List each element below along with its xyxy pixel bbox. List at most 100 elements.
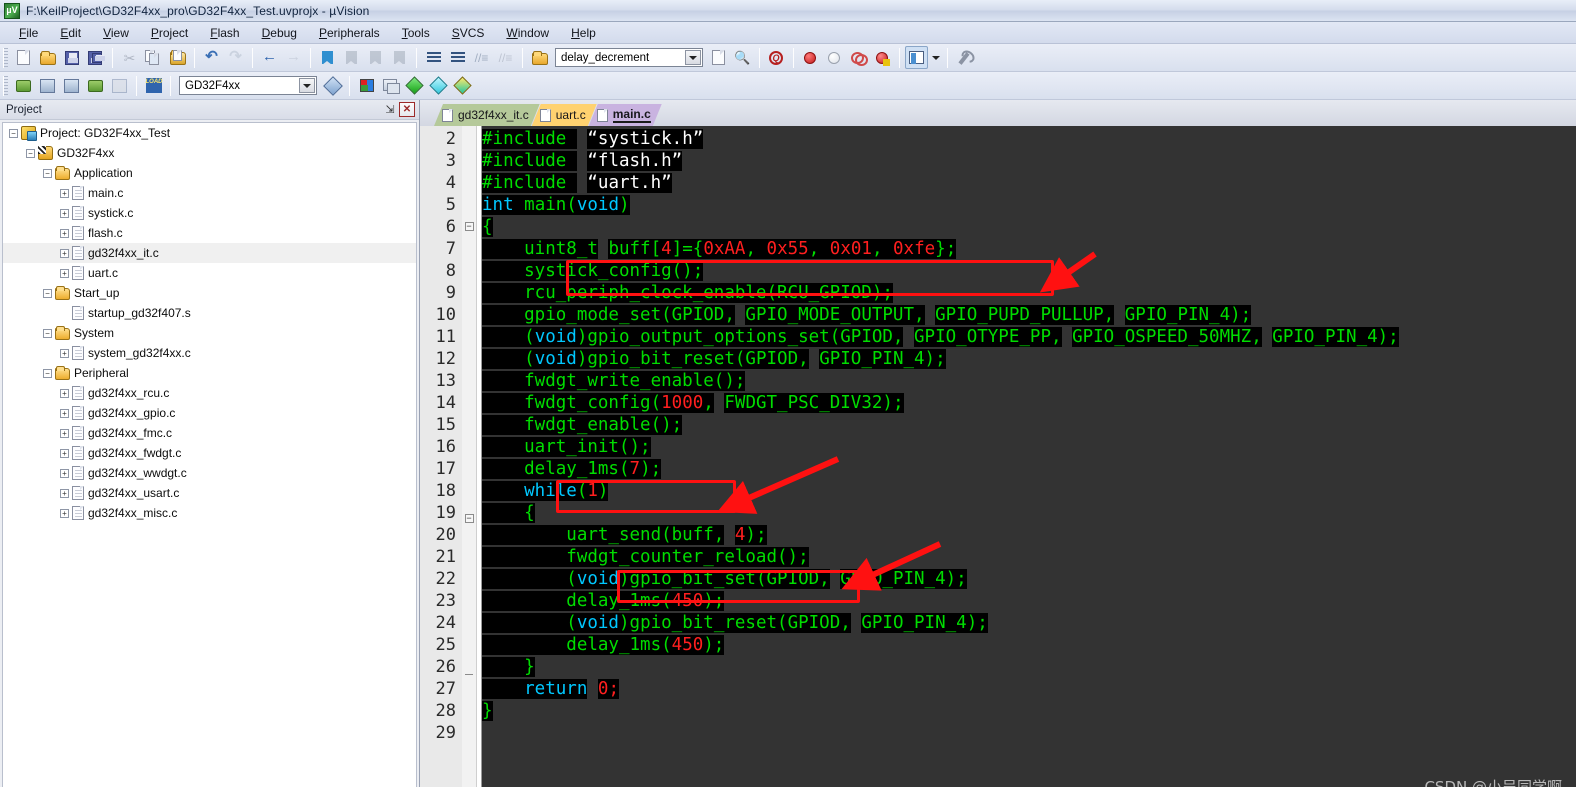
indent-icon[interactable] [422, 46, 445, 69]
code-line[interactable]: while(1) [482, 480, 1576, 502]
tree-item[interactable]: + gd32f4xx_gpio.c [3, 403, 416, 423]
batch-build-icon[interactable] [84, 74, 107, 97]
editor-tab-gd32f4xx_it-c[interactable]: gd32f4xx_it.c [434, 104, 540, 126]
new-file-icon[interactable] [12, 46, 35, 69]
menu-item-file[interactable]: File [8, 24, 49, 42]
manage-multi-project-icon[interactable] [427, 74, 450, 97]
tree-item[interactable]: + gd32f4xx_wwdgt.c [3, 463, 416, 483]
build-icon[interactable] [36, 74, 59, 97]
code-editor[interactable]: 2 3 4 5 6 7 8 9 10 11 12 13 14 15 16 17 18 19 20 21 22 23 24 25… [420, 126, 1576, 787]
configure-icon[interactable] [953, 46, 976, 69]
find-icon[interactable]: Q [765, 46, 788, 69]
rebuild-icon[interactable] [60, 74, 83, 97]
close-icon[interactable]: ✕ [399, 102, 415, 117]
code-line[interactable]: (void)gpio_bit_reset(GPIOD, GPIO_PIN_4); [482, 348, 1576, 370]
tree-item[interactable]: + gd32f4xx_misc.c [3, 503, 416, 523]
tree-item[interactable]: − Application [3, 163, 416, 183]
code-line[interactable]: fwdgt_counter_reload(); [482, 546, 1576, 568]
code-line[interactable]: } [482, 700, 1576, 722]
code-line[interactable]: } [482, 656, 1576, 678]
code-line[interactable]: { [482, 216, 1576, 238]
code-line[interactable]: delay_1ms(7); [482, 458, 1576, 480]
expand-icon[interactable]: + [60, 188, 69, 198]
expand-icon[interactable]: + [60, 508, 69, 518]
tree-item[interactable]: + systick.c [3, 203, 416, 223]
code-line[interactable]: #include “systick.h” [482, 128, 1576, 150]
code-line[interactable]: (void)gpio_bit_set(GPIOD, GPIO_PIN_4); [482, 568, 1576, 590]
expand-icon[interactable]: + [60, 468, 69, 478]
code-line[interactable]: (void)gpio_output_options_set(GPIOD, GPI… [482, 326, 1576, 348]
code-line[interactable]: fwdgt_enable(); [482, 414, 1576, 436]
expand-icon[interactable]: + [60, 388, 69, 398]
find-in-files-icon[interactable]: 🔍 [731, 46, 754, 69]
fold-collapse-icon[interactable]: − [464, 222, 474, 231]
expand-icon[interactable]: + [60, 208, 69, 218]
tree-item[interactable]: − Peripheral [3, 363, 416, 383]
expand-icon[interactable]: + [60, 428, 69, 438]
manage-runtime-icon[interactable] [379, 74, 402, 97]
editor-tab-main-c[interactable]: main.c [589, 104, 662, 126]
pack-installer-icon[interactable] [403, 74, 426, 97]
tree-item[interactable]: + flash.c [3, 223, 416, 243]
navigate-forward-icon[interactable]: → [282, 46, 305, 69]
code-line[interactable]: return 0; [482, 678, 1576, 700]
menu-item-help[interactable]: Help [560, 24, 607, 42]
menu-item-flash[interactable]: Flash [199, 24, 250, 42]
expand-icon[interactable]: + [60, 228, 69, 238]
toolbar-grip[interactable] [3, 75, 8, 96]
tree-item[interactable]: − GD32F4xx [3, 143, 416, 163]
kill-all-breakpoints-icon[interactable] [847, 46, 870, 69]
tree-item[interactable]: startup_gd32f407.s [3, 303, 416, 323]
translate-icon[interactable] [12, 74, 35, 97]
insert-breakpoint-icon[interactable] [799, 46, 822, 69]
open-project-icon[interactable] [528, 46, 551, 69]
code-line[interactable]: delay_1ms(450); [482, 634, 1576, 656]
code-line[interactable]: gpio_mode_set(GPIOD, GPIO_MODE_OUTPUT, G… [482, 304, 1576, 326]
pin-icon[interactable]: ⇲ [383, 102, 397, 117]
menu-item-peripherals[interactable]: Peripherals [308, 24, 391, 42]
menu-item-view[interactable]: View [92, 24, 140, 42]
code-line[interactable]: fwdgt_write_enable(); [482, 370, 1576, 392]
code-line[interactable]: #include “uart.h” [482, 172, 1576, 194]
fold-collapse-icon[interactable]: − [464, 514, 474, 523]
save-all-icon[interactable] [84, 46, 107, 69]
code-line[interactable]: fwdgt_config(1000, FWDGT_PSC_DIV32); [482, 392, 1576, 414]
menu-item-edit[interactable]: Edit [49, 24, 92, 42]
expand-icon[interactable]: + [60, 248, 69, 258]
tree-item[interactable]: + main.c [3, 183, 416, 203]
expand-icon[interactable]: + [60, 348, 69, 358]
paste-icon[interactable] [166, 46, 189, 69]
collapse-icon[interactable]: − [43, 328, 52, 338]
packs-icon[interactable] [451, 74, 474, 97]
code-line[interactable]: uart_send(buff, 4); [482, 524, 1576, 546]
collapse-icon[interactable]: − [43, 288, 52, 298]
project-window-icon[interactable] [905, 46, 928, 69]
collapse-icon[interactable]: − [9, 128, 18, 138]
chevron-down-icon[interactable] [299, 78, 315, 93]
editor-tab-uart-c[interactable]: uart.c [532, 104, 597, 126]
code-line[interactable]: delay_1ms(450); [482, 590, 1576, 612]
code-line[interactable] [482, 722, 1576, 744]
menu-item-tools[interactable]: Tools [391, 24, 441, 42]
tree-item[interactable]: − Project: GD32F4xx_Test [3, 123, 416, 143]
copy-icon[interactable] [142, 46, 165, 69]
tree-item[interactable]: + gd32f4xx_fmc.c [3, 423, 416, 443]
code-line[interactable]: uint8_t buff[4]={0xAA, 0x55, 0x01, 0xfe}… [482, 238, 1576, 260]
download-icon[interactable]: LOAD [142, 74, 165, 97]
manage-components-icon[interactable] [355, 74, 378, 97]
tree-item[interactable]: − Start_up [3, 283, 416, 303]
menu-item-svcs[interactable]: SVCS [441, 24, 496, 42]
code-folding-column[interactable]: − − [462, 126, 476, 787]
tree-item[interactable]: + gd32f4xx_it.c [3, 243, 416, 263]
clear-bookmarks-icon[interactable] [388, 46, 411, 69]
menu-item-debug[interactable]: Debug [251, 24, 308, 42]
expand-icon[interactable]: + [60, 408, 69, 418]
toggle-bookmark-icon[interactable] [316, 46, 339, 69]
collapse-icon[interactable]: − [26, 148, 35, 158]
expand-icon[interactable]: + [60, 448, 69, 458]
code-line[interactable]: uart_init(); [482, 436, 1576, 458]
comment-icon[interactable]: //≡ [470, 46, 493, 69]
navigate-back-icon[interactable]: ← [258, 46, 281, 69]
redo-icon[interactable]: ↷ [224, 46, 247, 69]
code-line[interactable]: systick_config(); [482, 260, 1576, 282]
